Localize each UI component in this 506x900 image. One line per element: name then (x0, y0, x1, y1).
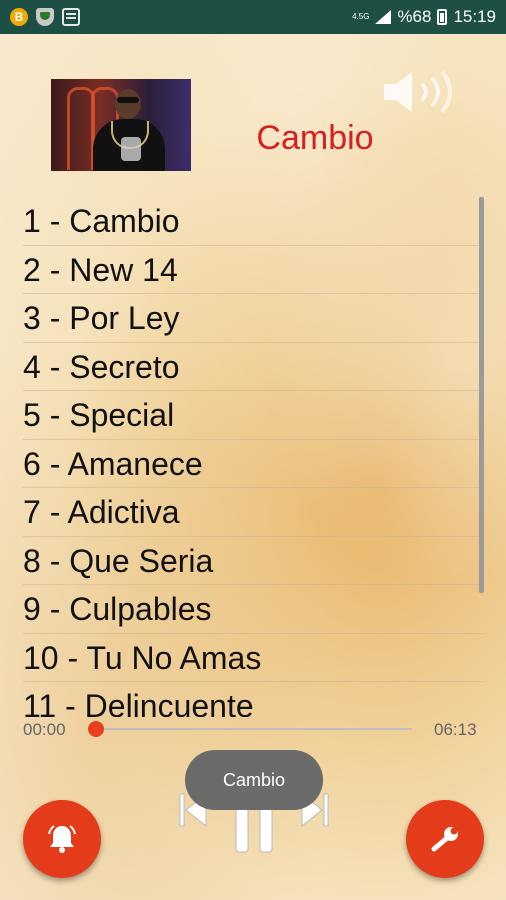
list-scrollbar[interactable] (479, 197, 484, 593)
song-item[interactable]: 7 - Adictiva (23, 488, 483, 537)
song-item[interactable]: 8 - Que Seria (23, 537, 483, 585)
volume-icon[interactable] (378, 70, 468, 114)
song-item[interactable]: 6 - Amanece (23, 440, 483, 488)
bitcoin-icon: B (10, 8, 28, 26)
song-item[interactable]: 5 - Special (23, 391, 483, 440)
song-item[interactable]: 11 - Delincuente (23, 682, 483, 717)
song-item[interactable]: 1 - Cambio (23, 197, 483, 246)
toast-message: Cambio (185, 750, 323, 810)
song-item[interactable]: 2 - New 14 (23, 246, 483, 294)
shield-app-icon (36, 8, 54, 26)
battery-icon (437, 9, 448, 25)
wrench-icon (431, 827, 458, 852)
settings-button[interactable] (406, 800, 484, 878)
song-list[interactable]: 1 - Cambio 2 - New 14 3 - Por Ley 4 - Se… (23, 197, 483, 717)
seek-thumb[interactable] (88, 721, 104, 737)
clock: 15:19 (453, 7, 496, 26)
network-type: 4.5G (352, 12, 370, 21)
total-time: 06:13 (434, 720, 477, 739)
song-item[interactable]: 9 - Culpables (23, 585, 483, 634)
album-art (51, 79, 191, 171)
song-item[interactable]: 10 - Tu No Amas (23, 634, 483, 682)
current-time: 00:00 (23, 720, 66, 739)
song-item[interactable]: 4 - Secreto (23, 343, 483, 391)
message-icon (62, 8, 80, 26)
bell-icon (48, 825, 76, 853)
status-bar: B 4.5G %68 15:19 (0, 0, 506, 34)
status-left-icons: B (10, 8, 80, 26)
signal-icon (375, 10, 392, 24)
battery-percent: %68 (397, 7, 432, 26)
alarm-button[interactable] (23, 800, 101, 878)
seek-track[interactable] (96, 728, 412, 730)
status-right: 4.5G %68 15:19 (352, 7, 496, 27)
current-song-title: Cambio (256, 119, 374, 157)
song-item[interactable]: 3 - Por Ley (23, 294, 483, 343)
